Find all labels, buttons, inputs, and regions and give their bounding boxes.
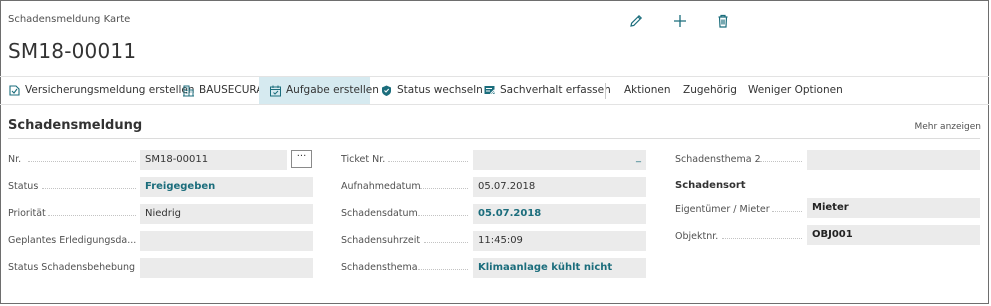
leader-dots — [760, 161, 802, 162]
versicherungsmeldung-label: Versicherungsmeldung erstellen — [25, 84, 195, 96]
action-separator — [605, 83, 606, 99]
menu-weniger-optionen-label: Weniger Optionen — [748, 84, 843, 96]
sachverhalt-erfassen-label: Sachverhalt erfassen — [500, 84, 611, 96]
page-title: SM18-00011 — [8, 39, 137, 63]
field-status-schadensbehebung[interactable] — [140, 258, 313, 278]
trash-icon[interactable] — [714, 12, 732, 30]
report-icon — [9, 85, 20, 96]
plus-icon[interactable] — [671, 12, 689, 30]
calendar-task-icon — [270, 85, 281, 97]
section-title[interactable]: Schadensmeldung — [8, 118, 142, 133]
status-wechseln-button[interactable]: Status wechseln — [374, 77, 483, 104]
field-label-schadensdatum: Schadensdatum — [341, 208, 418, 219]
field-label-objektnr: Objektnr. — [675, 231, 719, 242]
field-schadensthema-2[interactable] — [807, 150, 980, 170]
assist-edit-button[interactable]: ··· — [291, 150, 312, 168]
menu-zugehoerig[interactable]: Zugehörig — [677, 77, 739, 104]
field-schadensdatum[interactable]: 05.07.2018 — [473, 204, 646, 224]
field-label-ticket-nr: Ticket Nr. — [341, 154, 386, 165]
subgroup-title-schadensort: Schadensort — [675, 180, 746, 191]
field-label-schadensthema: Schadensthema — [341, 262, 418, 273]
leader-dots — [28, 161, 136, 162]
field-status[interactable]: Freigegeben — [140, 177, 313, 197]
aufgabe-erstellen-button[interactable]: Aufgabe erstellen — [259, 77, 379, 104]
leader-dots — [424, 242, 468, 243]
leader-dots — [418, 215, 468, 216]
versicherungsmeldung-button[interactable]: Versicherungsmeldung erstellen — [2, 77, 195, 104]
pencil-icon[interactable] — [627, 12, 645, 30]
field-label-status-schadensbehebung: Status Schadensbehebung — [8, 262, 136, 273]
aufgabe-erstellen-label: Aufgabe erstellen — [286, 84, 379, 96]
bausecura-label: BAUSECURA — [199, 84, 264, 96]
field-label-nr: Nr. — [8, 154, 22, 165]
bausecura-button[interactable]: BAUSECURA — [176, 77, 263, 104]
action-bar: Versicherungsmeldung erstellen BAUSECURA… — [0, 76, 989, 105]
sachverhalt-erfassen-button[interactable]: Sachverhalt erfassen — [477, 77, 611, 104]
field-label-aufnahmedatum: Aufnahmedatum — [341, 181, 421, 192]
menu-weniger-optionen[interactable]: Weniger Optionen — [742, 77, 843, 104]
section-divider — [8, 138, 980, 139]
page-caption: Schadensmeldung Karte — [8, 14, 131, 25]
edit-form-icon — [484, 86, 496, 97]
ticket-nr-marker: _ — [636, 152, 641, 163]
status-icon — [382, 85, 391, 96]
field-schadensthema[interactable]: Klimaanlage kühlt nicht — [473, 258, 646, 278]
field-eigentuemer-mieter[interactable]: Mieter — [807, 198, 980, 218]
field-label-schadensuhrzeit: Schadensuhrzeit — [341, 235, 421, 246]
leader-dots — [48, 215, 136, 216]
field-label-eigentuemer-mieter: Eigentümer / Mieter — [675, 204, 770, 215]
field-label-status: Status — [8, 181, 39, 192]
field-schadensuhrzeit[interactable]: 11:45:09 — [473, 231, 646, 251]
field-aufnahmedatum[interactable]: 05.07.2018 — [473, 177, 646, 197]
field-nr[interactable]: SM18-00011 — [140, 150, 287, 170]
field-prioritaet[interactable]: Niedrig — [140, 204, 313, 224]
leader-dots — [388, 161, 468, 162]
field-ticket-nr[interactable] — [473, 150, 646, 170]
mehr-anzeigen-link[interactable]: Mehr anzeigen — [914, 122, 981, 132]
field-label-geplantes-erledigungsdatum: Geplantes Erledigungsda... — [8, 235, 136, 246]
divider — [0, 104, 989, 105]
leader-dots — [418, 269, 468, 270]
leader-dots — [772, 211, 802, 212]
field-objektnr[interactable]: OBJ001 — [807, 225, 980, 245]
leader-dots — [420, 188, 468, 189]
menu-zugehoerig-label: Zugehörig — [683, 84, 737, 96]
building-icon — [183, 85, 194, 97]
status-wechseln-label: Status wechseln — [397, 84, 483, 96]
menu-aktionen-label: Aktionen — [624, 84, 671, 96]
menu-aktionen[interactable]: Aktionen — [618, 77, 674, 104]
field-geplantes-erledigungsdatum[interactable] — [140, 231, 313, 251]
field-label-prioritaet: Priorität — [8, 208, 46, 219]
leader-dots — [722, 238, 802, 239]
leader-dots — [42, 188, 136, 189]
field-label-schadensthema-2: Schadensthema 2 — [675, 154, 761, 165]
